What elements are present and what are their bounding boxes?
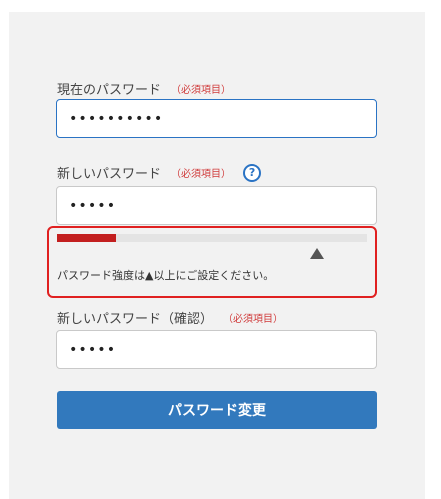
strength-bar-fill (57, 234, 116, 242)
new-password-value: ••••• (69, 197, 117, 214)
current-password-value: •••••••••• (69, 110, 164, 127)
confirm-password-label: 新しいパスワード（確認） (57, 312, 214, 327)
confirm-password-value: ••••• (69, 341, 117, 358)
current-password-label: 現在のパスワード (57, 83, 162, 98)
current-password-required-badge: （必須項目） (171, 85, 232, 96)
password-strength-indicator: パスワード強度は▲以上にご設定ください。 (47, 226, 377, 298)
new-password-input[interactable]: ••••• (56, 186, 377, 225)
strength-message: パスワード強度は▲以上にご設定ください。 (57, 269, 275, 282)
confirm-password-input[interactable]: ••••• (56, 330, 377, 369)
change-password-button[interactable]: パスワード変更 (57, 391, 377, 429)
new-password-label-row: 新しいパスワード （必須項目） ? (57, 163, 262, 182)
current-password-label-row: 現在のパスワード （必須項目） (57, 79, 231, 98)
triangle-up-icon (310, 248, 324, 259)
confirm-password-label-row: 新しいパスワード（確認） （必須項目） (57, 308, 283, 327)
confirm-password-required-badge: （必須項目） (223, 314, 284, 325)
help-icon[interactable]: ? (243, 163, 262, 182)
new-password-required-badge: （必須項目） (171, 169, 232, 180)
strength-bar-track (57, 234, 367, 242)
current-password-input[interactable]: •••••••••• (56, 99, 377, 138)
new-password-label: 新しいパスワード (57, 167, 162, 182)
